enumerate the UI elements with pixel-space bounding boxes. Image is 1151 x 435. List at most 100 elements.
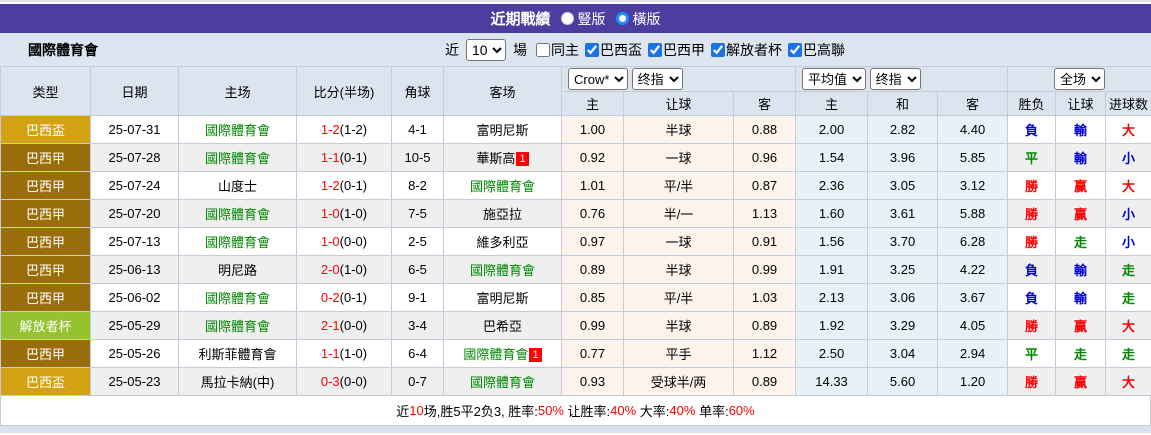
average-select[interactable]: 平均值 bbox=[802, 68, 866, 90]
team-link[interactable]: 馬拉卡納(中) bbox=[201, 375, 275, 390]
table-row: 巴西甲25-05-26利斯菲體育會1-1(1-0)6-4國際體育會10.77平手… bbox=[1, 340, 1151, 368]
radio-unselected-icon[interactable] bbox=[561, 12, 574, 25]
view-option-horizontal[interactable]: 橫版 bbox=[616, 9, 661, 29]
recent-count-select[interactable]: 10 bbox=[466, 39, 506, 61]
team-link[interactable]: 巴希亞 bbox=[483, 319, 522, 334]
league-filter-checkbox[interactable] bbox=[536, 43, 550, 57]
handicap-home-odds: 0.93 bbox=[562, 368, 624, 396]
team-link[interactable]: 國際體育會 bbox=[205, 207, 270, 222]
half-time-score: (0-1) bbox=[340, 290, 367, 305]
match-date: 25-06-02 bbox=[91, 284, 179, 312]
match-date: 25-07-24 bbox=[91, 172, 179, 200]
match-date: 25-07-28 bbox=[91, 144, 179, 172]
league-filter-label[interactable]: 解放者杯 bbox=[726, 40, 782, 60]
table-row: 巴西甲25-07-28國際體育會1-1(0-1)10-5華斯高10.92一球0.… bbox=[1, 144, 1151, 172]
odds-draw: 5.60 bbox=[868, 368, 938, 396]
team-link[interactable]: 國際體育會 bbox=[470, 263, 535, 278]
handicap-result-text: 赢 bbox=[1074, 179, 1087, 194]
score-cell: 1-2(1-2) bbox=[297, 116, 392, 144]
handicap-line: 半/一 bbox=[624, 200, 734, 228]
col-header-date: 日期 bbox=[91, 67, 179, 116]
team-link[interactable]: 國際體育會 bbox=[470, 179, 535, 194]
full-match-select[interactable]: 全场 bbox=[1054, 68, 1105, 90]
team-link[interactable]: 維多利亞 bbox=[476, 235, 528, 250]
odds-draw: 3.06 bbox=[868, 284, 938, 312]
handicap-result: 赢 bbox=[1056, 200, 1106, 228]
team-link[interactable]: 華斯高 bbox=[476, 151, 515, 166]
half-time-score: (0-0) bbox=[340, 234, 367, 249]
title-bar: 近期戰績 豎版 橫版 bbox=[0, 4, 1151, 33]
home-team-cell: 國際體育會 bbox=[179, 284, 297, 312]
results-table: 类型 日期 主场 比分(半场) 角球 客场 Crow* 终指 平均值 终指 全场 bbox=[0, 66, 1151, 396]
team-link[interactable]: 國際體育會 bbox=[463, 347, 528, 362]
handicap-line: 平/半 bbox=[624, 172, 734, 200]
corner-cell: 6-5 bbox=[392, 256, 444, 284]
league-type-badge: 巴西甲 bbox=[1, 256, 91, 284]
handicap-home-odds: 1.01 bbox=[562, 172, 624, 200]
handicap-result: 輸 bbox=[1056, 116, 1106, 144]
winlose-result-text: 勝 bbox=[1025, 235, 1038, 250]
league-filter-checkbox[interactable] bbox=[711, 43, 725, 57]
team-link[interactable]: 國際體育會 bbox=[205, 123, 270, 138]
team-link[interactable]: 利斯菲體育會 bbox=[198, 347, 276, 362]
team-link[interactable]: 富明尼斯 bbox=[476, 123, 528, 138]
summary-segment: 60% bbox=[729, 403, 755, 418]
league-filter-checkbox[interactable] bbox=[648, 43, 662, 57]
league-filter-checkbox[interactable] bbox=[788, 43, 802, 57]
team-link[interactable]: 國際體育會 bbox=[470, 375, 535, 390]
league-filter-label[interactable]: 同主 bbox=[551, 40, 579, 60]
league-type-badge: 巴西甲 bbox=[1, 172, 91, 200]
full-time-score: 0-2 bbox=[321, 290, 340, 305]
summary-segment: 40% bbox=[610, 403, 636, 418]
half-time-score: (1-0) bbox=[340, 206, 367, 221]
full-time-score: 1-0 bbox=[321, 234, 340, 249]
filter-controls: 近 10 場 同主巴西盃巴西甲解放者杯巴高聯 bbox=[445, 39, 845, 61]
team-link[interactable]: 施亞拉 bbox=[483, 207, 522, 222]
odds-away: 3.67 bbox=[938, 284, 1008, 312]
table-row: 巴西甲25-06-02國際體育會0-2(0-1)9-1富明尼斯0.85平/半1.… bbox=[1, 284, 1151, 312]
away-team-cell: 國際體育會 bbox=[444, 368, 562, 396]
team-link[interactable]: 富明尼斯 bbox=[476, 291, 528, 306]
team-link[interactable]: 國際體育會 bbox=[205, 319, 270, 334]
europe-odds-group-header: 平均值 终指 bbox=[796, 67, 1008, 92]
away-team-cell: 富明尼斯 bbox=[444, 116, 562, 144]
col-header-score: 比分(半场) bbox=[297, 67, 392, 116]
league-filter-label[interactable]: 巴高聯 bbox=[803, 40, 845, 60]
bookmaker-select[interactable]: Crow* bbox=[568, 68, 628, 90]
view-option-vertical[interactable]: 豎版 bbox=[561, 9, 606, 29]
league-type-badge: 巴西甲 bbox=[1, 144, 91, 172]
team-link[interactable]: 明尼路 bbox=[218, 263, 257, 278]
red-card-badge: 1 bbox=[529, 348, 541, 362]
goals-result: 小 bbox=[1106, 228, 1151, 256]
handicap-result-text: 輸 bbox=[1074, 291, 1087, 306]
league-filter-checkbox[interactable] bbox=[585, 43, 599, 57]
odds-draw: 3.70 bbox=[868, 228, 938, 256]
handicap-home-odds: 0.92 bbox=[562, 144, 624, 172]
handicap-result-text: 輸 bbox=[1074, 123, 1087, 138]
team-link[interactable]: 國際體育會 bbox=[205, 291, 270, 306]
handicap-result: 赢 bbox=[1056, 368, 1106, 396]
goals-result-text: 大 bbox=[1122, 319, 1135, 334]
handicap-time-select[interactable]: 终指 bbox=[632, 68, 683, 90]
team-link[interactable]: 山度士 bbox=[218, 179, 257, 194]
odds-home: 2.36 bbox=[796, 172, 868, 200]
team-link[interactable]: 國際體育會 bbox=[205, 151, 270, 166]
team-link[interactable]: 國際體育會 bbox=[205, 235, 270, 250]
league-filter-label[interactable]: 巴西甲 bbox=[663, 40, 705, 60]
handicap-result-text: 走 bbox=[1074, 235, 1087, 250]
league-filter-label[interactable]: 巴西盃 bbox=[600, 40, 642, 60]
handicap-home-odds: 0.97 bbox=[562, 228, 624, 256]
corner-cell: 9-1 bbox=[392, 284, 444, 312]
away-team-cell: 富明尼斯 bbox=[444, 284, 562, 312]
radio-selected-icon[interactable] bbox=[616, 12, 629, 25]
half-time-score: (1-0) bbox=[340, 262, 367, 277]
score-cell: 0-2(0-1) bbox=[297, 284, 392, 312]
corner-cell: 2-5 bbox=[392, 228, 444, 256]
home-team-cell: 明尼路 bbox=[179, 256, 297, 284]
col-header-type: 类型 bbox=[1, 67, 91, 116]
europe-time-select[interactable]: 终指 bbox=[870, 68, 921, 90]
home-team-cell: 利斯菲體育會 bbox=[179, 340, 297, 368]
goals-result: 走 bbox=[1106, 340, 1151, 368]
winlose-result-text: 平 bbox=[1025, 347, 1038, 362]
full-time-score: 1-0 bbox=[321, 206, 340, 221]
